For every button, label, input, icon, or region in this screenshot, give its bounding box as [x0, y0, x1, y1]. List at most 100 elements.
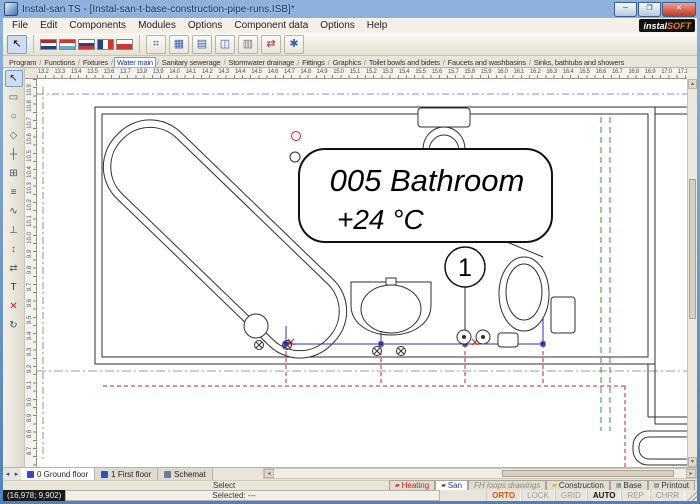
connect-tool-button[interactable]: ⊥ [5, 222, 23, 239]
tab-program[interactable]: Program [7, 58, 38, 67]
mode-tab-printout[interactable]: ▤Printout [648, 480, 695, 490]
flag-lu-icon[interactable] [59, 39, 76, 50]
toggle-chrr[interactable]: CHRR [650, 490, 685, 501]
horizontal-scroll-thumb[interactable] [502, 470, 675, 477]
layers-tool-button[interactable]: ≡ [5, 184, 23, 201]
toggle-rep[interactable]: REP [621, 490, 649, 501]
scroll-up-icon[interactable]: ▴ [688, 79, 697, 89]
scroll-down-icon[interactable]: ▾ [688, 457, 697, 467]
flag-nl-icon[interactable] [40, 39, 57, 50]
toggle-auto[interactable]: AUTO [587, 490, 622, 501]
mode-tab-construction[interactable]: ▰Construction [546, 480, 610, 490]
ruler-label: 10.0 [27, 230, 33, 246]
ruler-label: 15.4 [399, 69, 409, 75]
tab-functions[interactable]: Functions [42, 58, 77, 67]
floor-nav-arrow[interactable]: ▸ [12, 470, 21, 478]
menu-edit[interactable]: Edit [34, 19, 63, 32]
ruler-label: 17.1 [678, 69, 687, 75]
resize-grip[interactable] [685, 490, 697, 501]
floor-nav-arrow[interactable]: ◂ [3, 470, 12, 478]
maximize-button[interactable]: ❐ [638, 2, 661, 17]
tab-fixtures[interactable]: Fixtures [81, 58, 110, 67]
rect-tool-button[interactable]: ▭ [5, 89, 23, 106]
floor-tab-schemat[interactable]: Schemat [158, 468, 213, 480]
grid-tool-button[interactable]: ⊞ [5, 165, 23, 182]
rotate-tool-button[interactable]: ↻ [5, 317, 23, 334]
menu-file[interactable]: File [6, 19, 34, 32]
select-pointer-button[interactable]: ↖ [7, 35, 27, 54]
point-marker[interactable]: 1 [445, 247, 485, 330]
pipe-tool-button[interactable]: ∿ [5, 203, 23, 220]
close-button[interactable]: ✕ [662, 2, 696, 17]
ruler-label: 13.7 [120, 69, 130, 75]
component-tab-bar: Program/Functions/Fixtures/Water main/Sa… [3, 56, 697, 68]
mode-tab-heating[interactable]: ▰Heating [389, 480, 435, 490]
minimize-button[interactable]: ─ [614, 2, 637, 17]
menu-modules[interactable]: Modules [132, 19, 182, 32]
ruler-label: 16.3 [546, 69, 556, 75]
delete-tool-button[interactable]: ✕ [5, 298, 23, 315]
ruler-label: 10.3 [27, 180, 33, 196]
neighbor-fixture[interactable] [633, 431, 687, 465]
move-horizontal-tool-button[interactable]: ⇄ [5, 260, 23, 277]
title-bar[interactable]: Instal-san TS - [Instal-san-t-base-const… [0, 0, 700, 18]
floor-tab-label: 1 First floor [111, 470, 151, 479]
washbasin[interactable] [351, 278, 431, 335]
rotate-tool-icon: ↻ [9, 321, 17, 331]
data-table-button[interactable]: ▤ [192, 35, 212, 54]
tab-sinks-bathtubs-and-showers[interactable]: Sinks, bathtubs and showers [532, 58, 627, 67]
menu-options[interactable]: Options [182, 19, 228, 32]
menu-options[interactable]: Options [314, 19, 360, 32]
toggle-lock[interactable]: LOCK [521, 490, 555, 501]
floor-tab-1-first-floor[interactable]: 1 First floor [95, 468, 158, 480]
drawing-area[interactable]: 005 Bathroom +24 °C 1 [37, 79, 687, 467]
ruler-label: 10.4 [27, 164, 33, 180]
toilet-right[interactable] [499, 257, 575, 333]
vertical-scroll-thumb[interactable] [689, 179, 696, 319]
horizontal-ruler: 13.213.313.413.513.613.713.813.914.014.1… [37, 68, 687, 79]
select-tool-button[interactable]: ↖ [5, 70, 23, 87]
floor-tab-0-ground-floor[interactable]: 0 Ground floor [21, 468, 95, 480]
menu-components[interactable]: Components [63, 19, 132, 32]
circle-tool-button[interactable]: ○ [5, 108, 23, 125]
node-tool-button[interactable]: ◇ [5, 127, 23, 144]
cad-drawing[interactable]: 005 Bathroom +24 °C 1 [37, 79, 687, 467]
tab-faucets-and-washbasins[interactable]: Faucets and washbasins [446, 58, 528, 67]
mode-tab-fh-loops-drawings[interactable]: FH loops drawings [468, 480, 546, 490]
room-label[interactable]: 005 Bathroom +24 °C [299, 149, 552, 242]
toggle-orto[interactable]: ORTO [486, 490, 521, 501]
ruler-label: 9.8 [27, 262, 33, 278]
mode-tab-san[interactable]: ▰San [435, 480, 468, 490]
tab-graphics[interactable]: Graphics [331, 58, 363, 67]
horizontal-scrollbar[interactable]: ◂ ▸ [263, 468, 697, 479]
keyboard-button[interactable]: ⌗ [146, 35, 166, 54]
flag-fr-icon[interactable] [97, 39, 114, 50]
crosshair-tool-button[interactable]: ┼ [5, 146, 23, 163]
list-button[interactable]: ▥ [238, 35, 258, 54]
menu-help[interactable]: Help [361, 19, 394, 32]
tab-sanitary-sewerage[interactable]: Sanitary sewerage [160, 58, 223, 67]
text-tool-button[interactable]: T [5, 279, 23, 296]
riser-symbols[interactable] [290, 132, 301, 163]
tab-fittings[interactable]: Fittings [300, 58, 327, 67]
vertical-scrollbar[interactable]: ▴ ▾ [687, 79, 697, 467]
tab-stormwater-drainage[interactable]: Stormwater drainage [226, 58, 296, 67]
ruler-label: 17.0 [661, 69, 671, 75]
gear-button[interactable]: ✱ [284, 35, 304, 54]
split-view-button[interactable]: ◫ [215, 35, 235, 54]
sync-button[interactable]: ⇄ [261, 35, 281, 54]
menu-component-data[interactable]: Component data [228, 19, 314, 32]
flag-ru-icon[interactable] [78, 39, 95, 50]
scroll-right-icon[interactable]: ▸ [686, 469, 696, 478]
mode-tab-base[interactable]: ▦Base [610, 480, 648, 490]
flag-pl-icon[interactable] [116, 39, 133, 50]
toggle-grid[interactable]: GRID [555, 490, 587, 501]
hot-water-pipes[interactable] [103, 344, 625, 467]
tab-water-main[interactable]: Water main [114, 57, 156, 67]
scroll-left-icon[interactable]: ◂ [264, 469, 274, 478]
tab-toilet-bowls-and-bidets[interactable]: Toilet bowls and bidets [367, 58, 442, 67]
ruler-label: 16.7 [612, 69, 622, 75]
ruler-label: 15.7 [448, 69, 458, 75]
table-button[interactable]: ▦ [169, 35, 189, 54]
move-vertical-tool-button[interactable]: ↕ [5, 241, 23, 258]
